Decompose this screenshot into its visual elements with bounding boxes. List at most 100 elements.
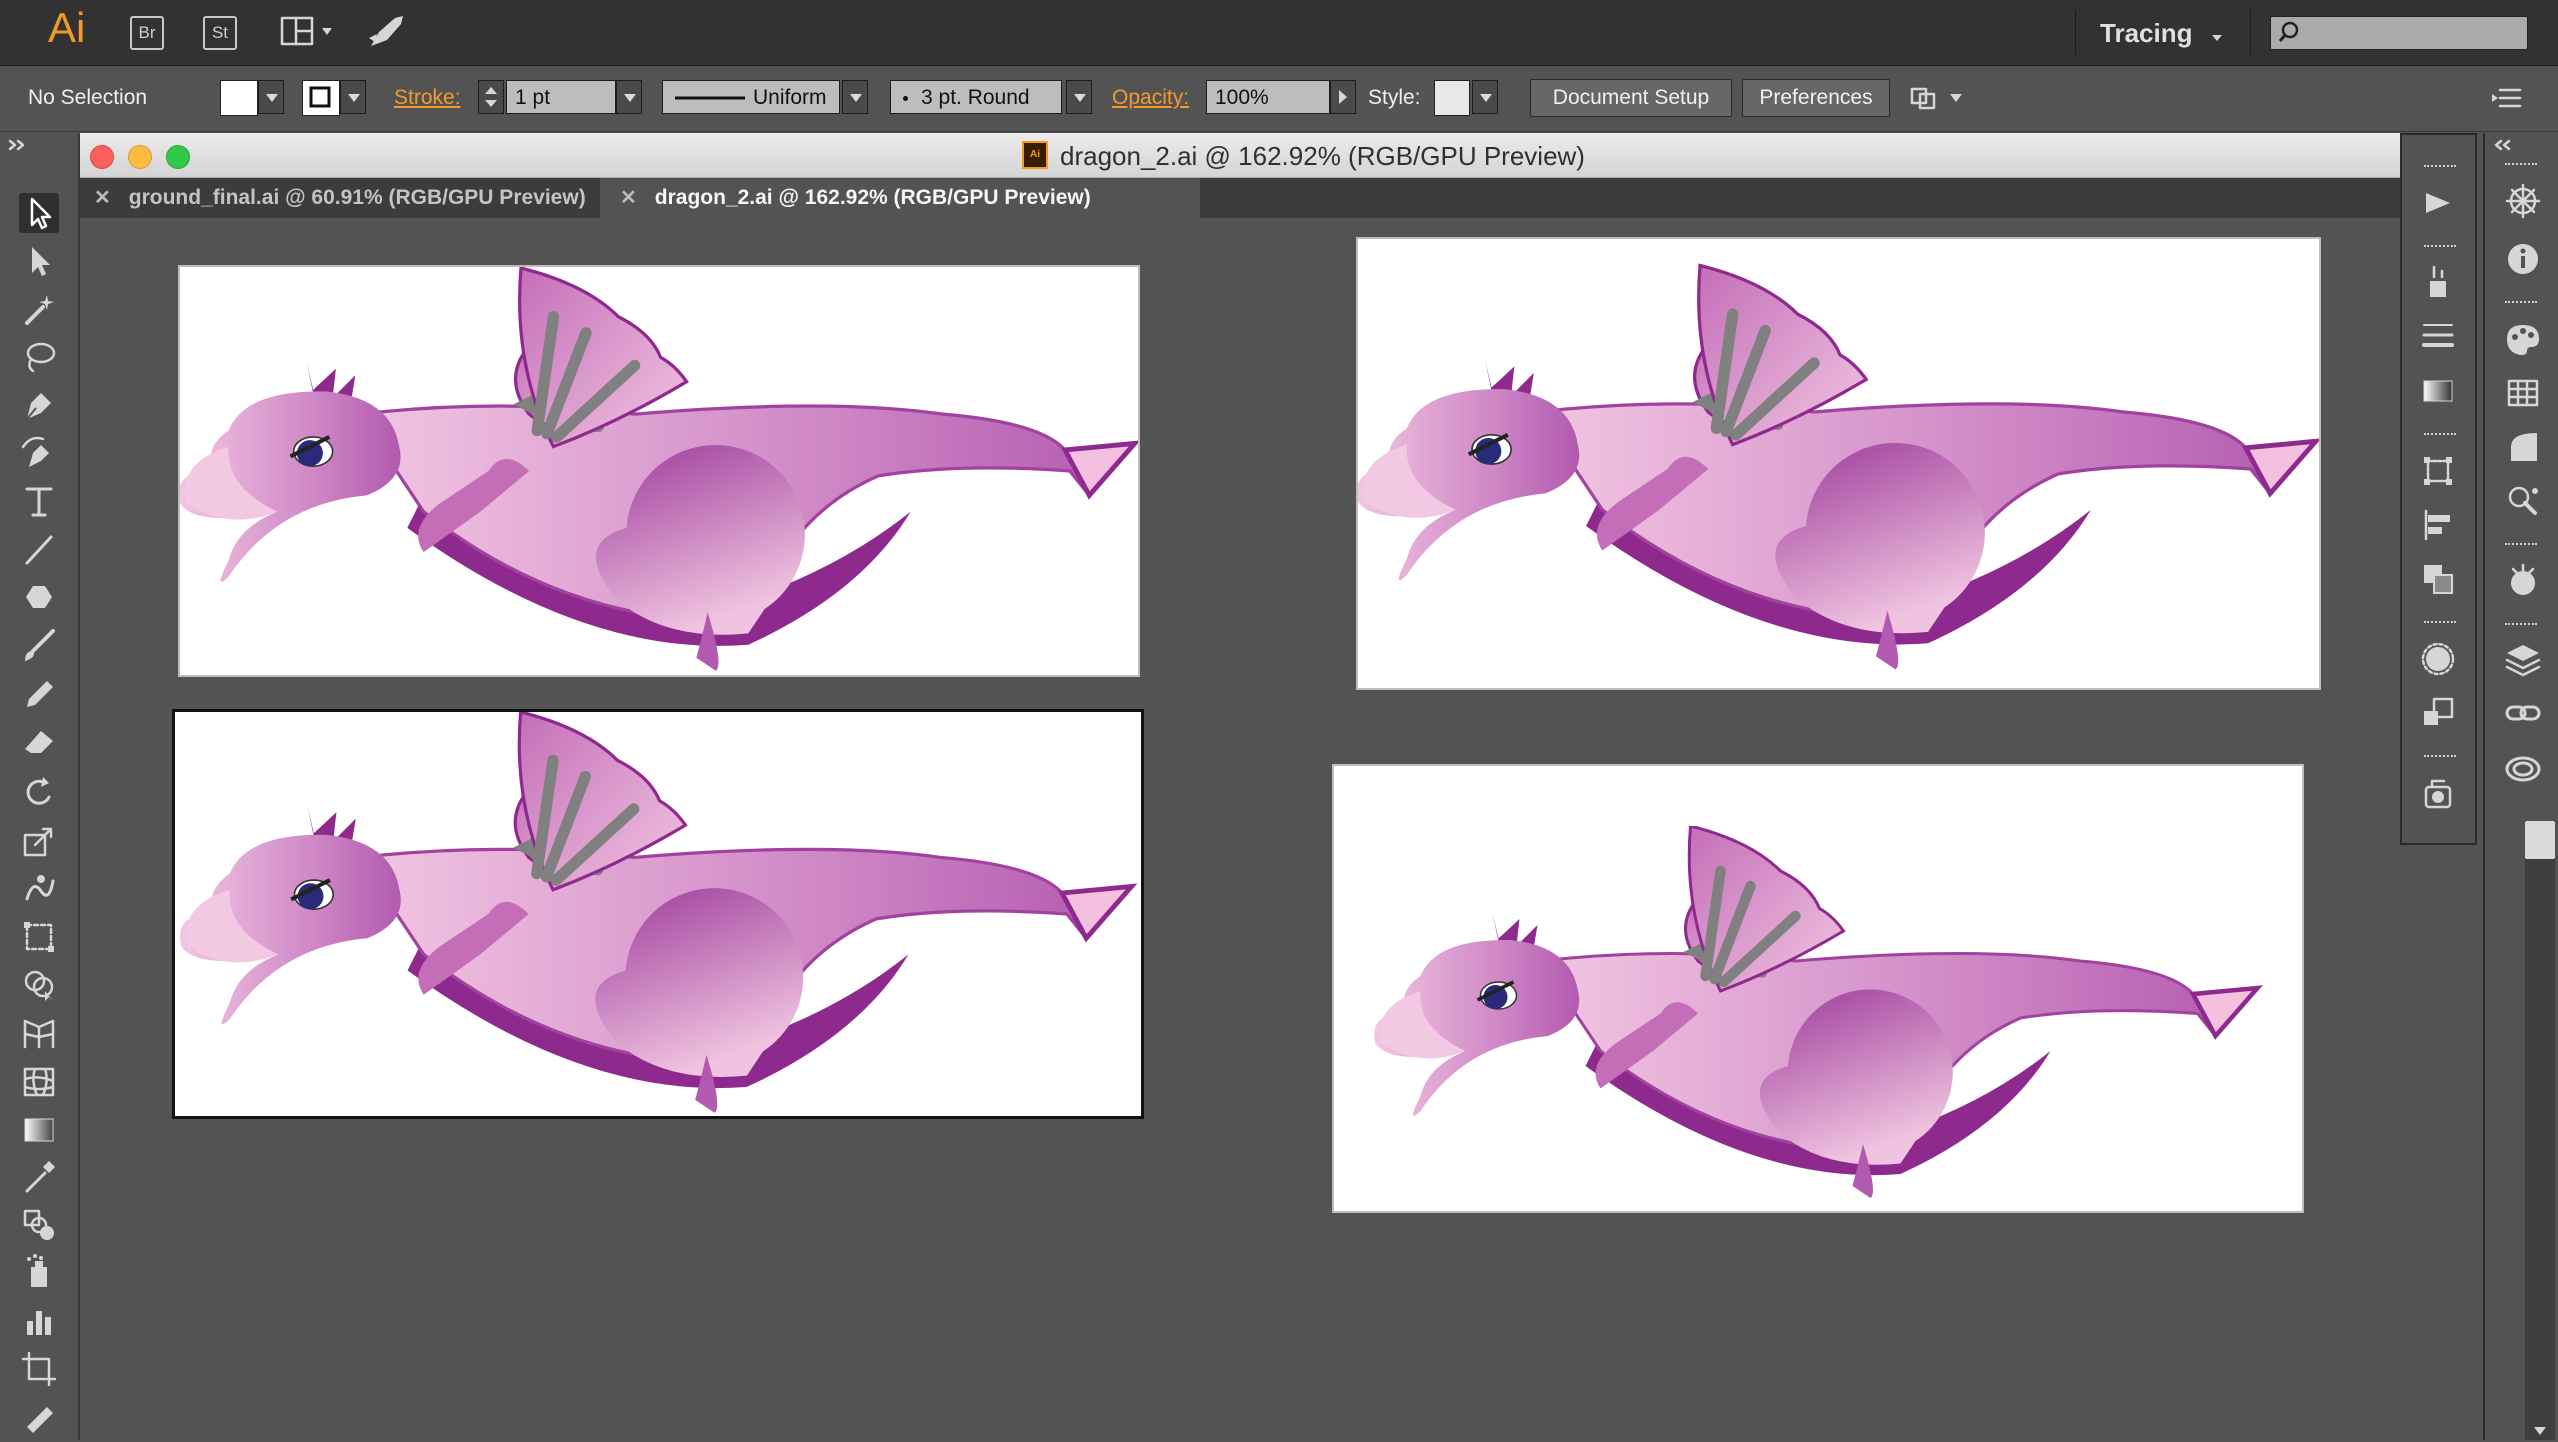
stroke-dropdown[interactable] bbox=[340, 80, 366, 114]
variable-width-profile[interactable]: Uniform bbox=[662, 80, 840, 114]
stock-button[interactable]: St bbox=[203, 16, 237, 50]
tab-dragon-2[interactable]: ✕ dragon_2.ai @ 162.92% (RGB/GPU Preview) bbox=[600, 178, 1200, 218]
color-guide-panel-button[interactable] bbox=[2503, 561, 2543, 601]
navigator-panel-button[interactable] bbox=[2503, 181, 2543, 221]
brush-dropdown[interactable] bbox=[1066, 80, 1092, 114]
chevron-down-icon[interactable] bbox=[2210, 30, 2224, 41]
panel-scrollbar-track[interactable] bbox=[2525, 821, 2555, 1440]
collapse-panel-icon[interactable] bbox=[8, 139, 28, 151]
search-input[interactable] bbox=[2270, 16, 2528, 50]
warp-tool[interactable] bbox=[19, 869, 59, 909]
panel-grip[interactable] bbox=[2505, 301, 2537, 307]
artboard-3[interactable] bbox=[1356, 237, 2321, 690]
symbols-panel-button[interactable] bbox=[2503, 481, 2543, 521]
arrange-icon[interactable] bbox=[1906, 82, 1970, 114]
tab-label: dragon_2.ai @ 162.92% (RGB/GPU Preview) bbox=[654, 186, 1091, 209]
scroll-down-arrow-icon[interactable] bbox=[2532, 1425, 2548, 1437]
shape-builder-tool[interactable] bbox=[19, 965, 59, 1005]
column-graph-tool[interactable] bbox=[19, 1301, 59, 1341]
gpu-performance-rocket-icon[interactable] bbox=[365, 12, 409, 52]
color-panel-button[interactable] bbox=[2503, 319, 2543, 359]
symbol-sprayer-tool[interactable] bbox=[19, 1253, 59, 1293]
type-tool[interactable] bbox=[19, 481, 59, 521]
close-window-button[interactable] bbox=[90, 145, 114, 169]
brush-definition[interactable]: 3 pt. Round bbox=[890, 80, 1062, 114]
workspace-switcher[interactable]: Tracing bbox=[2100, 18, 2192, 49]
actions-play-button[interactable] bbox=[2418, 183, 2458, 223]
scale-tool[interactable] bbox=[19, 821, 59, 861]
artboard-tool[interactable] bbox=[19, 1349, 59, 1389]
transform-panel-button[interactable] bbox=[2418, 451, 2458, 491]
fill-color-swatch[interactable] bbox=[220, 80, 258, 116]
graphic-styles-panel-button[interactable] bbox=[2418, 693, 2458, 733]
polygon-tool[interactable] bbox=[19, 577, 59, 617]
magic-wand-tool[interactable] bbox=[19, 289, 59, 329]
stroke-panel-button[interactable] bbox=[2418, 315, 2458, 355]
gradient-panel-button[interactable] bbox=[2418, 371, 2458, 411]
stroke-weight-dropdown[interactable] bbox=[616, 80, 642, 114]
minimize-window-button[interactable] bbox=[128, 145, 152, 169]
artboard-2-selected[interactable] bbox=[172, 709, 1144, 1119]
zoom-window-button[interactable] bbox=[166, 145, 190, 169]
stroke-weight-stepper[interactable] bbox=[478, 80, 504, 114]
preferences-button[interactable]: Preferences bbox=[1742, 79, 1890, 117]
panel-scrollbar-thumb[interactable] bbox=[2525, 821, 2555, 859]
style-dropdown[interactable] bbox=[1472, 80, 1498, 114]
panel-grip[interactable] bbox=[2424, 245, 2456, 251]
expand-panels-icon[interactable] bbox=[2493, 139, 2513, 151]
close-tab-icon[interactable]: ✕ bbox=[620, 187, 637, 209]
lasso-tool[interactable] bbox=[19, 337, 59, 377]
opacity-field[interactable]: 100% bbox=[1206, 80, 1330, 114]
gradient-tool[interactable] bbox=[19, 1109, 59, 1149]
opacity-slider-toggle[interactable] bbox=[1330, 80, 1356, 114]
image-trace-panel-button[interactable] bbox=[2418, 773, 2458, 813]
panel-menu-icon[interactable] bbox=[2490, 84, 2526, 112]
libraries-panel-button[interactable] bbox=[2503, 747, 2543, 787]
links-panel-button[interactable] bbox=[2503, 693, 2543, 733]
stroke-label[interactable]: Stroke: bbox=[394, 86, 461, 110]
brushes-panel-button[interactable] bbox=[2503, 427, 2543, 467]
artboard-1[interactable] bbox=[178, 265, 1140, 677]
curvature-tool[interactable] bbox=[19, 433, 59, 473]
tab-ground-final[interactable]: ✕ ground_final.ai @ 60.91% (RGB/GPU Previ… bbox=[80, 178, 598, 218]
panel-grip[interactable] bbox=[2505, 543, 2537, 549]
panel-grip[interactable] bbox=[2424, 433, 2456, 439]
align-panel-button[interactable] bbox=[2418, 505, 2458, 545]
pathfinder-panel-button[interactable] bbox=[2418, 559, 2458, 599]
panel-grip[interactable] bbox=[2505, 163, 2537, 169]
layers-panel-button[interactable] bbox=[2503, 639, 2543, 679]
stroke-weight-field[interactable]: 1 pt bbox=[506, 80, 616, 114]
opacity-label[interactable]: Opacity: bbox=[1112, 86, 1189, 110]
close-tab-icon[interactable]: ✕ bbox=[94, 187, 111, 209]
direct-selection-tool[interactable] bbox=[19, 241, 59, 281]
free-transform-tool[interactable] bbox=[19, 917, 59, 957]
appearance-panel-button[interactable] bbox=[2418, 639, 2458, 679]
stroke-color-swatch[interactable] bbox=[302, 80, 340, 116]
profile-dropdown[interactable] bbox=[842, 80, 868, 114]
panel-grip[interactable] bbox=[2424, 621, 2456, 627]
mesh-tool[interactable] bbox=[19, 1061, 59, 1101]
fill-dropdown[interactable] bbox=[258, 80, 284, 114]
slice-tool[interactable] bbox=[19, 1397, 59, 1437]
document-setup-button[interactable]: Document Setup bbox=[1530, 79, 1732, 117]
asset-export-button[interactable] bbox=[2418, 263, 2458, 303]
panel-grip[interactable] bbox=[2424, 755, 2456, 761]
rotate-tool[interactable] bbox=[19, 773, 59, 813]
blend-tool[interactable] bbox=[19, 1205, 59, 1245]
perspective-grid-tool[interactable] bbox=[19, 1013, 59, 1053]
document-info-panel-button[interactable] bbox=[2503, 239, 2543, 279]
panel-grip[interactable] bbox=[2424, 165, 2456, 171]
selection-tool[interactable] bbox=[19, 193, 59, 233]
bridge-button[interactable]: Br bbox=[130, 16, 164, 50]
pen-tool[interactable] bbox=[19, 385, 59, 425]
paintbrush-tool[interactable] bbox=[19, 625, 59, 665]
arrange-documents-icon[interactable] bbox=[280, 16, 342, 48]
eyedropper-tool[interactable] bbox=[19, 1157, 59, 1197]
swatches-panel-button[interactable] bbox=[2503, 373, 2543, 413]
line-tool[interactable] bbox=[19, 529, 59, 569]
eraser-tool[interactable] bbox=[19, 721, 59, 761]
artboard-4[interactable] bbox=[1332, 764, 2304, 1213]
panel-grip[interactable] bbox=[2505, 623, 2537, 629]
pencil-tool[interactable] bbox=[19, 673, 59, 713]
graphic-style-swatch[interactable] bbox=[1434, 80, 1470, 116]
